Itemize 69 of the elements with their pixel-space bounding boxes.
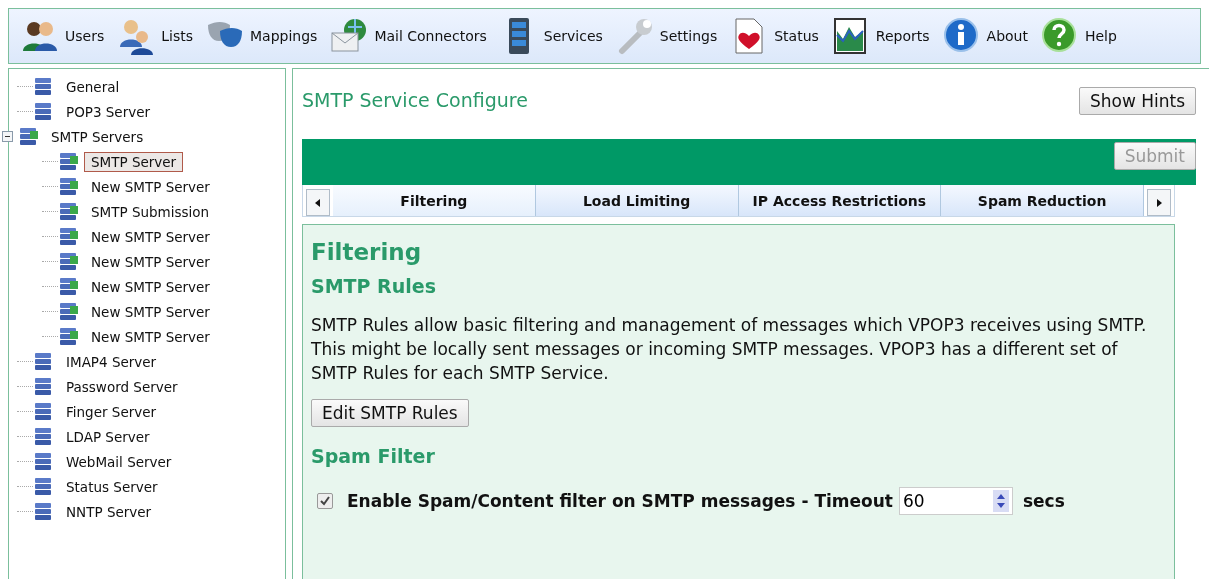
- tree-item[interactable]: New SMTP Server: [84, 326, 217, 347]
- envelope-globe-icon: [330, 17, 369, 55]
- server-icon: [58, 151, 78, 172]
- option-label: Enable Spam/Content filter on SMTP messages - Timeout: [347, 491, 893, 511]
- server-icon: [58, 276, 78, 297]
- help-icon: [1040, 17, 1079, 55]
- section-subheading: Spam Filter: [311, 445, 436, 467]
- tree-item[interactable]: Status Server: [59, 476, 165, 497]
- server-icon: [33, 101, 53, 122]
- server-icon: [33, 76, 53, 97]
- server-icon: [58, 201, 78, 222]
- collapse-icon[interactable]: [2, 131, 13, 142]
- toolbar-button[interactable]: Mail Connectors: [326, 14, 491, 58]
- server-icon: [58, 326, 78, 347]
- tree-item[interactable]: NNTP Server: [59, 501, 159, 522]
- tab[interactable]: Filtering: [333, 185, 536, 216]
- description-text: SMTP Rules allow basic filtering and management of messages which VPOP3 receives using SMTP. This might be locally sent messages or incoming SMTP messages. VPOP3 has a different set of SMTP Rules for each SMTP Service.: [311, 314, 1148, 385]
- tree-item[interactable]: LDAP Server: [59, 426, 157, 447]
- server-icon: [58, 226, 78, 247]
- info-icon: [942, 17, 981, 55]
- server-icon: [58, 176, 78, 197]
- tree-item[interactable]: SMTP Servers: [44, 126, 151, 147]
- tree-item[interactable]: New SMTP Server: [84, 276, 217, 297]
- edit-smtp-rules-button[interactable]: Edit SMTP Rules: [311, 399, 469, 427]
- toolbar-button[interactable]: Reports: [827, 14, 934, 58]
- left-arrow-icon: [314, 197, 322, 208]
- tree-item[interactable]: General: [59, 76, 127, 97]
- tab[interactable]: Spam Reduction: [941, 185, 1144, 216]
- tab[interactable]: IP Access Restrictions: [738, 185, 942, 216]
- tree-item[interactable]: Finger Server: [59, 401, 164, 422]
- tree-item[interactable]: SMTP Submission: [84, 201, 217, 222]
- server-icon: [33, 376, 53, 397]
- toolbar-button[interactable]: Mappings: [202, 14, 322, 58]
- toolbar-button[interactable]: Services: [495, 14, 607, 58]
- server-icon: [33, 476, 53, 497]
- tree-item[interactable]: WebMail Server: [59, 451, 179, 472]
- scroll-left-button[interactable]: [306, 189, 330, 216]
- page-title: SMTP Service Configure: [302, 88, 528, 111]
- tree-item[interactable]: Password Server: [59, 376, 185, 397]
- tree-item[interactable]: New SMTP Server: [84, 301, 217, 322]
- toolbar-button[interactable]: Users: [17, 14, 109, 58]
- toolbar-button[interactable]: Status: [726, 14, 823, 58]
- toolbar-button[interactable]: Help: [1036, 14, 1121, 58]
- server-icon: [33, 426, 53, 447]
- scroll-right-button[interactable]: [1147, 189, 1171, 216]
- tree-item[interactable]: New SMTP Server: [84, 176, 217, 197]
- checkbox[interactable]: [317, 493, 333, 509]
- unit-label: secs: [1022, 491, 1065, 511]
- toolbar-button[interactable]: Lists: [113, 14, 197, 58]
- section-heading: Filtering: [311, 239, 423, 265]
- server-icon: [33, 451, 53, 472]
- tree-item[interactable]: New SMTP Server: [84, 226, 217, 247]
- tree-item[interactable]: New SMTP Server: [84, 251, 217, 272]
- right-arrow-icon: [1155, 197, 1163, 208]
- people-icon: [117, 17, 156, 55]
- server-icon: [33, 351, 53, 372]
- tree-item[interactable]: POP3 Server: [59, 101, 158, 122]
- show-hints-button[interactable]: Show Hints: [1078, 87, 1196, 115]
- section-subheading: SMTP Rules: [311, 275, 437, 297]
- server-icon: [58, 251, 78, 272]
- tab[interactable]: Load Limiting: [535, 185, 739, 216]
- server-icon: [58, 301, 78, 322]
- tree-item[interactable]: SMTP Server: [84, 151, 184, 172]
- toolbar-button[interactable]: Settings: [611, 14, 722, 58]
- toolbar-button[interactable]: About: [938, 14, 1032, 58]
- server-icon: [33, 401, 53, 422]
- server-icon: [33, 501, 53, 522]
- server-icon: [18, 126, 38, 147]
- tree-item[interactable]: IMAP4 Server: [59, 351, 164, 372]
